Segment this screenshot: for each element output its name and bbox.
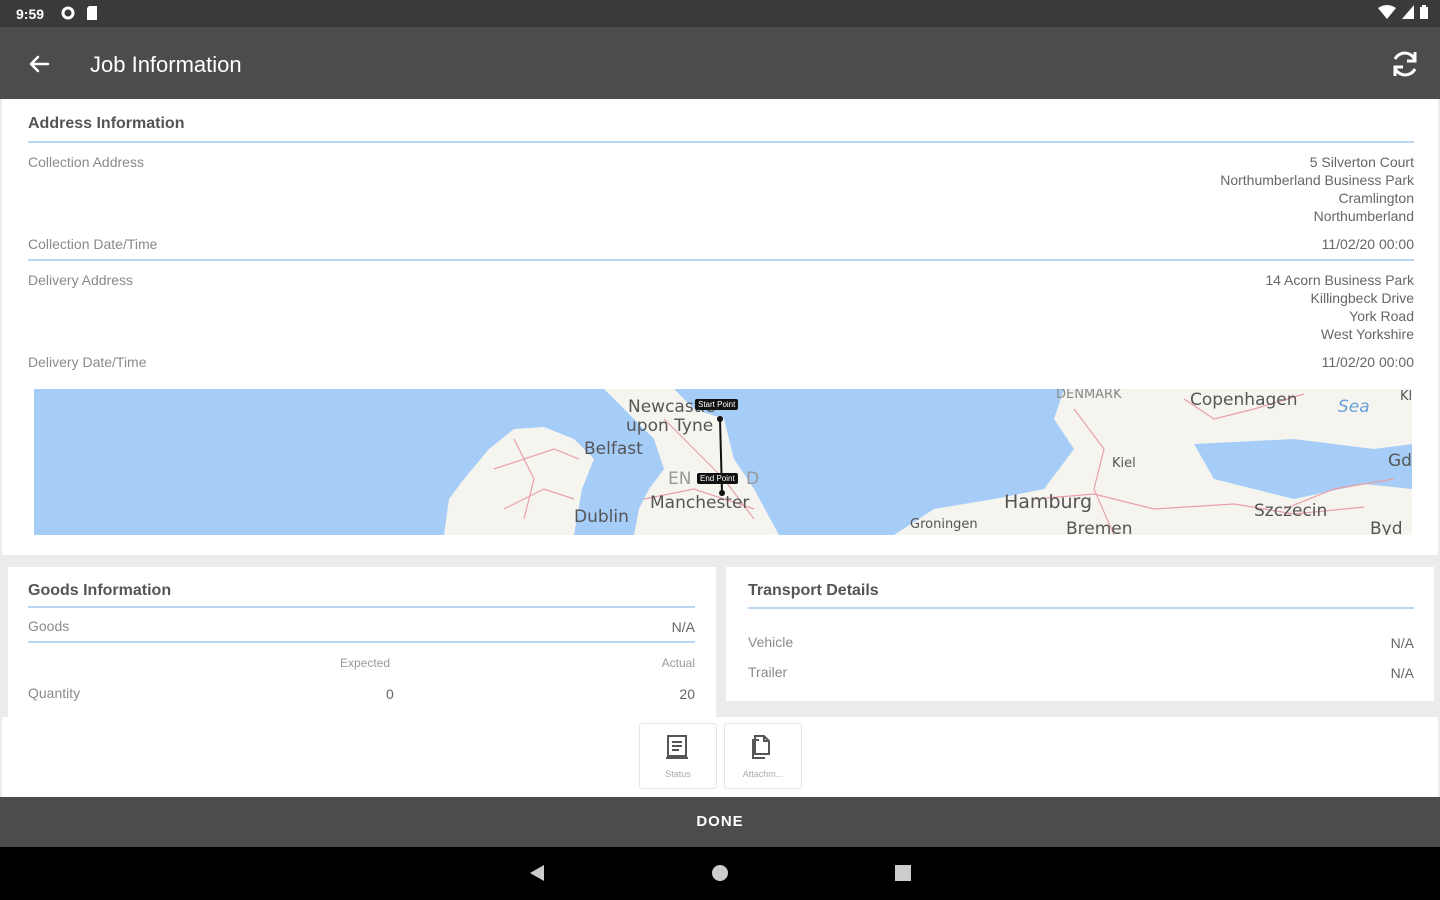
map-place-label: Kiel [1112, 456, 1136, 471]
map-place-label: DENMARK [1056, 389, 1122, 402]
divider [748, 607, 1414, 609]
divider [28, 259, 1414, 261]
status-report-icon [666, 735, 688, 759]
actual-header: Actual [661, 656, 695, 670]
trailer-label: Trailer [748, 664, 788, 680]
vehicle-label: Vehicle [748, 634, 794, 650]
settings-icon [61, 6, 75, 20]
map-place-label: Copenhagen [1190, 390, 1298, 410]
map-place-label: Manchester [650, 493, 750, 513]
route-map[interactable]: Newcastle upon Tyne Belfast Dublin Manch… [34, 389, 1412, 535]
delivery-address-value: 14 Acorn Business Park Killingbeck Drive… [1014, 271, 1414, 343]
divider [28, 606, 695, 608]
system-nav-bar [0, 847, 1440, 900]
battery-icon [1420, 5, 1428, 19]
refresh-icon[interactable] [1388, 47, 1422, 81]
nav-home-icon[interactable] [710, 863, 730, 883]
goods-card: Goods Information Goods N/A Expected Act… [8, 567, 716, 717]
nav-back-icon[interactable] [527, 863, 547, 883]
status-time: 9:59 [16, 6, 45, 22]
start-point-marker[interactable]: Start Point [695, 399, 739, 410]
address-line: 14 Acorn Business Park [1265, 272, 1414, 288]
map-place-label: upon Tyne [626, 416, 714, 436]
map-place-label: Hamburg [1004, 491, 1093, 513]
map-place-label: Dublin [574, 507, 629, 527]
end-point-marker[interactable]: End Point [697, 473, 738, 484]
map-place-label: D [746, 469, 760, 489]
quantity-label: Quantity [28, 685, 81, 701]
map-place-label: Belfast [584, 439, 643, 459]
map-place-label: Groningen [910, 517, 978, 532]
map-place-label: Kl [1400, 389, 1412, 404]
status-bar: 9:59 [0, 0, 1440, 27]
address-line: Northumberland [1313, 208, 1414, 224]
expected-header: Expected [340, 656, 391, 670]
map-land [444, 389, 1412, 535]
arrow-left-icon[interactable] [24, 49, 54, 79]
attachments-button-label: Attachm... [742, 769, 784, 779]
quantity-actual-value: 20 [679, 686, 695, 702]
goods-label: Goods [28, 618, 70, 634]
status-button-label: Status [665, 769, 691, 779]
status-button[interactable]: Status [639, 723, 717, 789]
wifi-icon [1378, 5, 1396, 19]
goods-value: N/A [671, 619, 695, 635]
app-bar: Job Information [0, 27, 1440, 99]
signal-icon [1402, 5, 1414, 19]
map-place-label: Sea [1338, 397, 1370, 417]
vehicle-value: N/A [1390, 635, 1414, 651]
transport-section-title: Transport Details [748, 582, 879, 599]
trailer-value: N/A [1390, 665, 1414, 681]
attachments-button[interactable]: Attachm... [724, 723, 802, 789]
delivery-datetime-value: 11/02/20 00:00 [1321, 354, 1414, 370]
address-line: Killingbeck Drive [1310, 290, 1414, 306]
nav-recents-icon[interactable] [893, 863, 913, 883]
address-line: West Yorkshire [1320, 326, 1414, 342]
address-card: Address Information Collection Address 5… [2, 99, 1438, 555]
bottom-toolbar: Status Attachm... [2, 717, 1438, 797]
map-place-label: Bremen [1066, 519, 1133, 535]
done-button[interactable]: DONE [0, 797, 1440, 847]
transport-card: Transport Details Vehicle N/A Trailer N/… [726, 567, 1434, 701]
address-section-title: Address Information [28, 115, 185, 132]
address-line: York Road [1349, 308, 1414, 324]
quantity-expected-value: 0 [386, 686, 394, 702]
address-line: 5 Silverton Court [1309, 154, 1414, 170]
divider [28, 141, 1414, 143]
attachment-file-icon [752, 735, 770, 759]
map-place-label: Szczecin [1254, 501, 1328, 521]
map-place-label: Byd [1370, 519, 1403, 535]
map-place-label: Gd [1388, 451, 1412, 471]
delivery-datetime-label: Delivery Date/Time [28, 354, 147, 370]
collection-address-value: 5 Silverton Court Northumberland Busines… [1014, 153, 1414, 225]
goods-section-title: Goods Information [28, 582, 172, 599]
sd-card-icon [87, 6, 97, 20]
address-line: Northumberland Business Park [1220, 172, 1414, 188]
address-line: Cramlington [1338, 190, 1414, 206]
content-area[interactable]: Address Information Collection Address 5… [0, 99, 1440, 717]
collection-address-label: Collection Address [28, 154, 144, 170]
collection-datetime-value: 11/02/20 00:00 [1321, 236, 1414, 252]
page-title: Job Information [90, 52, 242, 77]
delivery-address-label: Delivery Address [28, 272, 134, 288]
collection-datetime-label: Collection Date/Time [28, 236, 158, 252]
divider [28, 641, 695, 643]
map-place-label: EN [668, 469, 692, 489]
